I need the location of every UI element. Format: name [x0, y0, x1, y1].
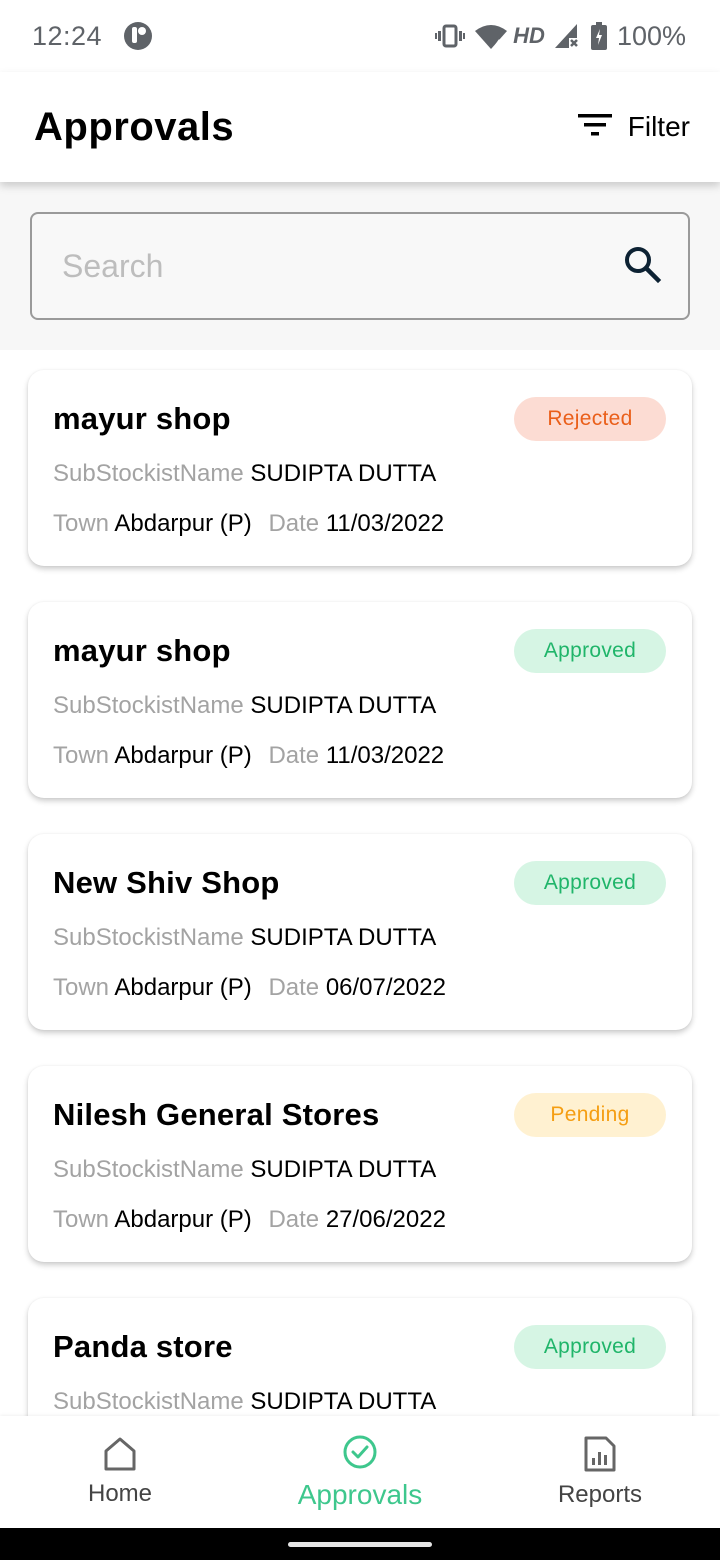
search-input[interactable] — [62, 247, 582, 285]
town-label: Town — [53, 1206, 110, 1233]
date-value: 11/03/2022 — [325, 742, 445, 769]
nav-item-approvals[interactable]: Approvals — [240, 1434, 480, 1511]
town-value: Abdarpur (P) — [114, 742, 252, 769]
town-date-row: Town Abdarpur (P) Date 06/07/2022 — [53, 968, 666, 1008]
wifi-icon: 4 — [475, 23, 508, 49]
page-title: Approvals — [34, 104, 235, 149]
substockist-label: SubStockistName — [53, 1156, 244, 1183]
filter-icon — [577, 112, 614, 143]
vibrate-icon — [435, 24, 466, 48]
substockist-value: SUDIPTA DUTTA — [250, 692, 437, 719]
date-label: Date — [268, 742, 320, 769]
status-badge: Approved — [514, 861, 666, 905]
approval-card[interactable]: mayur shop Approved SubStockistName SUDI… — [28, 602, 692, 798]
substockist-row: SubStockistName SUDIPTA DUTTA — [53, 686, 666, 726]
bottom-navigation: Home Approvals Reports — [0, 1416, 720, 1528]
town-value: Abdarpur (P) — [114, 1206, 252, 1233]
date-value: 11/03/2022 — [325, 510, 445, 537]
shop-name: Panda store — [53, 1329, 233, 1364]
substockist-label: SubStockistName — [53, 692, 244, 719]
signal-icon — [554, 24, 581, 48]
check-circle-icon — [342, 1434, 378, 1475]
approval-card[interactable]: Nilesh General Stores Pending SubStockis… — [28, 1066, 692, 1262]
approvals-screen: 12:24 4 HD 100% Approvals Filter Search … — [0, 0, 720, 1560]
town-value: Abdarpur (P) — [114, 510, 252, 537]
home-icon — [103, 1437, 137, 1476]
date-label: Date — [268, 1206, 320, 1233]
town-value: Abdarpur (P) — [114, 974, 252, 1001]
report-icon — [584, 1436, 616, 1477]
substockist-value: SUDIPTA DUTTA — [250, 1388, 437, 1415]
town-label: Town — [53, 974, 110, 1001]
status-badge: Rejected — [514, 397, 666, 441]
search-icon[interactable] — [622, 244, 662, 289]
date-value: 27/06/2022 — [325, 1206, 446, 1233]
substockist-row: SubStockistName SUDIPTA DUTTA — [53, 454, 666, 494]
battery-level: 100% — [616, 20, 686, 51]
approval-card[interactable]: Panda store Approved SubStockistName SUD… — [28, 1298, 692, 1416]
approval-card[interactable]: mayur shop Rejected SubStockistName SUDI… — [28, 370, 692, 566]
shop-name: mayur shop — [53, 633, 231, 668]
nav-label-reports: Reports — [557, 1480, 643, 1508]
substockist-label: SubStockistName — [53, 924, 244, 951]
battery-icon — [590, 22, 607, 50]
town-date-row: Town Abdarpur (P) Date 11/03/2022 — [53, 736, 666, 776]
substockist-value: SUDIPTA DUTTA — [250, 924, 437, 951]
app-notification-icon — [124, 22, 153, 50]
nav-label-home: Home — [87, 1479, 153, 1507]
home-gesture-handle[interactable] — [288, 1541, 432, 1547]
date-label: Date — [268, 510, 320, 537]
status-badge: Approved — [514, 1325, 666, 1369]
status-time: 12:24 — [32, 20, 103, 51]
substockist-row: SubStockistName SUDIPTA DUTTA — [53, 1150, 666, 1190]
town-label: Town — [53, 742, 110, 769]
network-type-label: HD — [513, 23, 545, 48]
nav-item-home[interactable]: Home — [0, 1437, 240, 1508]
shop-name: mayur shop — [53, 401, 231, 436]
date-value: 06/07/2022 — [325, 974, 446, 1001]
shop-name: New Shiv Shop — [53, 865, 280, 900]
substockist-value: SUDIPTA DUTTA — [250, 460, 437, 487]
search-box[interactable] — [30, 212, 690, 320]
town-date-row: Town Abdarpur (P) Date 11/03/2022 — [53, 504, 666, 544]
approval-card[interactable]: New Shiv Shop Approved SubStockistName S… — [28, 834, 692, 1030]
substockist-row: SubStockistName SUDIPTA DUTTA — [53, 918, 666, 958]
substockist-value: SUDIPTA DUTTA — [250, 1156, 437, 1183]
filter-button[interactable]: Filter — [577, 111, 690, 143]
approvals-list: mayur shop Rejected SubStockistName SUDI… — [0, 350, 720, 1416]
status-badge: Approved — [514, 629, 666, 673]
substockist-row: SubStockistName SUDIPTA DUTTA — [53, 1382, 666, 1416]
system-gesture-bar — [0, 1528, 720, 1560]
svg-text:4: 4 — [495, 38, 501, 49]
nav-label-approvals: Approvals — [297, 1478, 423, 1510]
status-badge: Pending — [514, 1093, 666, 1137]
substockist-label: SubStockistName — [53, 1388, 244, 1415]
search-region — [0, 182, 720, 350]
town-label: Town — [53, 510, 110, 537]
status-bar: 12:24 4 HD 100% — [0, 0, 720, 72]
substockist-label: SubStockistName — [53, 460, 244, 487]
date-label: Date — [268, 974, 320, 1001]
shop-name: Nilesh General Stores — [53, 1097, 380, 1132]
town-date-row: Town Abdarpur (P) Date 27/06/2022 — [53, 1200, 666, 1240]
app-bar: Approvals Filter — [0, 72, 720, 182]
nav-item-reports[interactable]: Reports — [480, 1436, 720, 1509]
filter-label: Filter — [627, 111, 690, 142]
